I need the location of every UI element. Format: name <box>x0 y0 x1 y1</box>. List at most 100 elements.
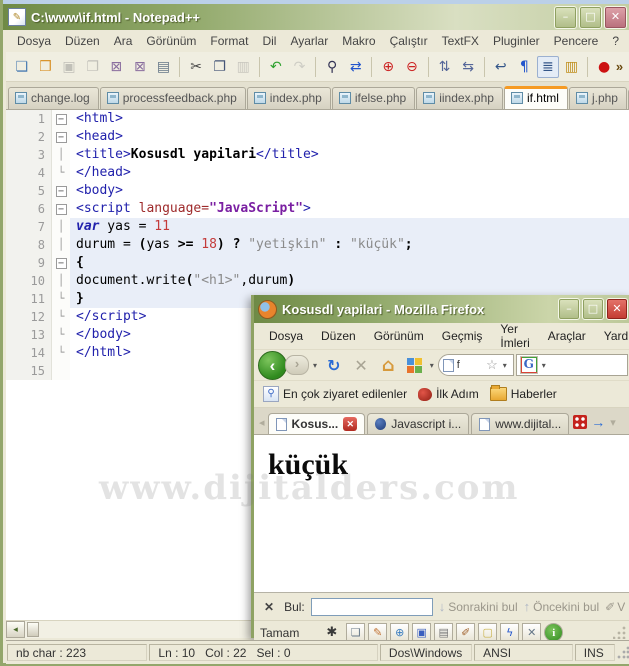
npp-tab-change.log[interactable]: change.log <box>8 87 99 109</box>
url-text[interactable]: f <box>457 359 483 371</box>
ff-menu-g-r-n-m[interactable]: Görünüm <box>365 327 433 345</box>
code-line-9[interactable]: 9−{ <box>6 254 629 272</box>
sync-vertical-icon[interactable]: ⇅ <box>434 56 456 78</box>
code-line-8[interactable]: 8 │ durum = (yas >= 18) ? "yetişkin" : "kü… <box>6 236 629 254</box>
ff-menu-yer-i-mleri[interactable]: Yer İmleri <box>491 320 538 352</box>
npp-menu--[interactable]: ? <box>605 32 626 50</box>
code-line-7[interactable]: 7 │ var yas = 11 <box>6 218 629 236</box>
firefox-close-button[interactable]: ✕ <box>606 298 628 320</box>
zoom-out-icon[interactable]: ⊖ <box>401 56 423 78</box>
npp-menu-ara[interactable]: Ara <box>107 32 140 50</box>
npp-menu-dosya[interactable]: Dosya <box>10 32 58 50</box>
npp-tab-j.php[interactable]: j.php <box>568 87 627 109</box>
code-line-3[interactable]: 3 │ <title>Kosusdl yapilari</title> <box>6 146 629 164</box>
findbar-close-icon[interactable]: ✕ <box>260 600 278 614</box>
code-line-6[interactable]: 6− <script language="JavaScript"> <box>6 200 629 218</box>
bookmark-en-ok-ziyaret-edilenler[interactable]: ⚲ En çok ziyaret edilenler <box>260 384 410 404</box>
bookmark-star-icon[interactable]: ☆ <box>486 357 498 373</box>
show-all-characters-icon[interactable]: ¶ <box>513 56 535 78</box>
fold-margin[interactable]: − <box>52 254 70 272</box>
indent-guide-icon[interactable]: ≣ <box>537 55 559 78</box>
npp-menu-g-r-n-m[interactable]: Görünüm <box>139 32 203 50</box>
toolbar-overflow-chevron[interactable]: » <box>616 59 625 74</box>
print-icon[interactable]: ▤ <box>153 56 175 78</box>
browser-content[interactable]: küçük <box>254 435 629 592</box>
find-input[interactable] <box>310 597 433 616</box>
npp-tab-ifelse.php[interactable]: ifelse.php <box>331 87 416 109</box>
fold-collapse-icon[interactable]: − <box>55 204 67 215</box>
fold-margin[interactable]: − <box>52 182 70 200</box>
ff-tab-kosus-[interactable]: Kosus... ✕ <box>267 413 366 434</box>
bookmark-haberler[interactable]: Haberler <box>487 385 560 403</box>
npp-close-button[interactable]: ✕ <box>604 5 627 29</box>
zoom-in-icon[interactable]: ⊕ <box>377 56 399 78</box>
fold-collapse-icon[interactable]: − <box>55 114 67 125</box>
ff-menu-dosya[interactable]: Dosya <box>260 327 312 345</box>
find-icon[interactable]: ⚲ <box>321 56 343 78</box>
npp-menu-d-zen[interactable]: Düzen <box>58 32 107 50</box>
stop-button[interactable]: ✕ <box>348 356 373 375</box>
firefox-resize-grip[interactable] <box>613 626 626 639</box>
ff-tab-javascript-i-[interactable]: Javascript i... <box>367 413 470 434</box>
bookmark-i-lk-ad-m[interactable]: İlk Adım <box>415 385 482 403</box>
npp-menu-pencere[interactable]: Pencere <box>547 32 606 50</box>
home-button[interactable]: ⌂ <box>376 355 401 376</box>
tabs-scroll-right-icon[interactable]: → <box>589 414 607 430</box>
tabs-dropdown-icon[interactable]: ▾ <box>607 416 619 429</box>
url-dropdown-icon[interactable]: ▾ <box>501 361 509 370</box>
reload-button[interactable]: ↻ <box>321 356 346 375</box>
ff-tab-www-dijital-[interactable]: www.dijital... <box>471 413 570 434</box>
fold-collapse-icon[interactable]: − <box>55 258 67 269</box>
hscroll-left-arrow[interactable]: ◂ <box>6 621 25 638</box>
open-folder-icon[interactable]: ❒ <box>35 56 57 78</box>
npp-minimize-button[interactable]: – <box>554 5 577 29</box>
npp-tab-processfeedback.php[interactable]: processfeedback.php <box>99 87 246 109</box>
back-button[interactable]: ‹ <box>258 350 287 380</box>
fold-margin[interactable]: − <box>52 200 70 218</box>
list-all-tabs-icon[interactable] <box>573 415 588 429</box>
speed-dial-dropdown-icon[interactable]: ▾ <box>428 361 436 370</box>
fold-margin[interactable]: − <box>52 110 70 128</box>
history-dropdown-icon[interactable]: ▾ <box>311 361 319 370</box>
npp-menu-textfx[interactable]: TextFX <box>435 32 486 50</box>
replace-icon[interactable]: ⇄ <box>345 56 367 78</box>
highlight-all-button[interactable]: ✐ V <box>605 600 625 614</box>
code-line-1[interactable]: 1− <html> <box>6 110 629 128</box>
record-macro-icon[interactable]: ● <box>593 56 615 78</box>
doc-map-icon[interactable]: ▥ <box>561 56 583 78</box>
status-insert-mode[interactable]: INS <box>574 644 616 661</box>
npp-menu--al-t-r[interactable]: Çalıştır <box>383 32 435 50</box>
npp-tab-iindex.php[interactable]: iindex.php <box>416 87 503 109</box>
close-all-docs-icon[interactable]: ⊠ <box>129 56 151 78</box>
npp-maximize-button[interactable]: □ <box>579 5 602 29</box>
search-engine-dropdown-icon[interactable]: ▾ <box>540 361 548 370</box>
fold-collapse-icon[interactable]: − <box>55 186 67 197</box>
firefox-maximize-button[interactable]: □ <box>582 298 604 320</box>
npp-menu-pluginler[interactable]: Pluginler <box>486 32 547 50</box>
forward-button[interactable]: › <box>285 355 309 375</box>
cut-icon[interactable]: ✂ <box>185 56 207 78</box>
npp-menu-ayarlar[interactable]: Ayarlar <box>283 32 335 50</box>
bug-icon[interactable]: ✱ <box>326 625 337 640</box>
code-line-2[interactable]: 2− <head> <box>6 128 629 146</box>
firefox-minimize-button[interactable]: – <box>558 298 580 320</box>
search-input[interactable] <box>549 357 624 373</box>
npp-menu-dil[interactable]: Dil <box>255 32 283 50</box>
tabs-scroll-left-icon[interactable]: ◂ <box>256 416 268 429</box>
code-line-10[interactable]: 10 │ document.write("<h1>",durum) <box>6 272 629 290</box>
undo-icon[interactable]: ↶ <box>265 56 287 78</box>
sync-horizontal-icon[interactable]: ⇆ <box>457 56 479 78</box>
firefox-titlebar[interactable]: Kosusdl yapilari - Mozilla Firefox – □ ✕ <box>254 295 629 323</box>
find-previous-button[interactable]: ↑ Öncekini bul <box>524 599 600 614</box>
npp-tab-if.html[interactable]: if.html <box>503 86 568 109</box>
code-line-5[interactable]: 5− <body> <box>6 182 629 200</box>
close-doc-icon[interactable]: ⊠ <box>105 56 127 78</box>
ff-menu-yard-m[interactable]: Yardım <box>595 327 629 345</box>
tab-close-icon[interactable]: ✕ <box>343 417 358 431</box>
ff-menu-ge-mi-[interactable]: Geçmiş <box>433 327 492 345</box>
fold-collapse-icon[interactable]: − <box>55 132 67 143</box>
npp-tab-index.php[interactable]: index.php <box>246 87 331 109</box>
hscroll-thumb[interactable] <box>27 622 39 637</box>
npp-titlebar[interactable]: ✎ C:\www\if.html - Notepad++ – □ ✕ <box>3 4 629 30</box>
ff-menu-d-zen[interactable]: Düzen <box>312 327 365 345</box>
